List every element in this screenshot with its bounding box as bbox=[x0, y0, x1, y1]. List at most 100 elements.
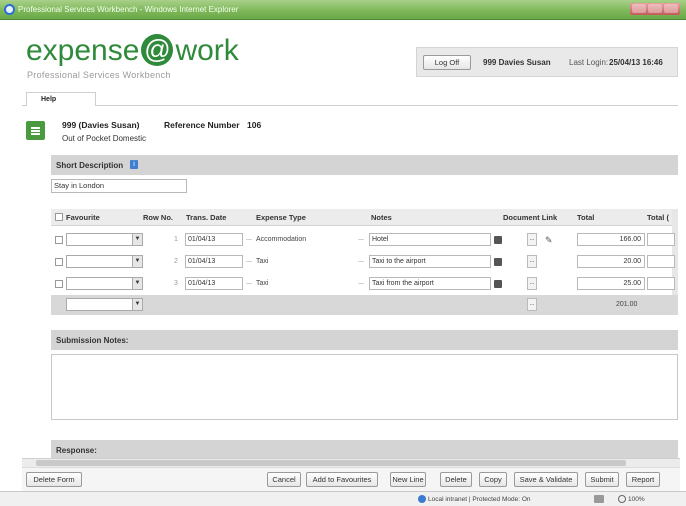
notes-input[interactable]: Taxi from the airport bbox=[369, 277, 491, 290]
log-off-button[interactable]: Log Off bbox=[423, 55, 471, 70]
trans-date-input[interactable]: 01/04/13 bbox=[185, 255, 243, 268]
user-panel: Log Off 999 Davies Susan Last Login: 25/… bbox=[416, 47, 678, 77]
col-trans-date: Trans. Date bbox=[186, 213, 227, 222]
delete-button[interactable]: Delete bbox=[440, 472, 472, 487]
note-icon[interactable] bbox=[494, 280, 502, 288]
expense-type-picker[interactable]: ... bbox=[358, 257, 364, 264]
notes-input[interactable]: Taxi to the airport bbox=[369, 255, 491, 268]
row-number: 2 bbox=[174, 258, 178, 265]
delete-form-button[interactable]: Delete Form bbox=[26, 472, 82, 487]
employee-name: 999 (Davies Susan) bbox=[62, 120, 140, 130]
submission-notes-textarea[interactable] bbox=[51, 354, 678, 420]
ie-icon bbox=[4, 4, 15, 15]
info-icon[interactable]: i bbox=[130, 160, 138, 169]
last-login-label: Last Login: bbox=[569, 58, 609, 67]
short-description-section: Short Description i bbox=[51, 155, 678, 175]
window-title-bar: Professional Services Workbench - Window… bbox=[0, 0, 686, 20]
notes-input[interactable]: Hotel bbox=[369, 233, 491, 246]
date-picker-button[interactable]: ... bbox=[246, 257, 252, 264]
date-picker-button[interactable]: ... bbox=[246, 279, 252, 286]
report-button[interactable]: Report bbox=[626, 472, 660, 487]
row-checkbox[interactable] bbox=[55, 280, 63, 288]
minimize-icon[interactable] bbox=[632, 4, 646, 13]
row-number: 1 bbox=[174, 236, 178, 243]
favourite-dropdown[interactable]: ▼ bbox=[66, 233, 143, 246]
total-input[interactable]: 25.00 bbox=[577, 277, 645, 290]
save-validate-button[interactable]: Save & Validate bbox=[514, 472, 578, 487]
app-tagline: Professional Services Workbench bbox=[27, 70, 171, 80]
window-title: Professional Services Workbench - Window… bbox=[18, 5, 239, 14]
protected-mode-icon[interactable] bbox=[594, 495, 604, 503]
col-notes: Notes bbox=[371, 213, 392, 222]
cancel-button[interactable]: Cancel bbox=[267, 472, 301, 487]
total-extra-input[interactable] bbox=[647, 233, 675, 246]
claim-type: Out of Pocket Domestic bbox=[62, 134, 147, 143]
document-link-button[interactable]: ... bbox=[527, 255, 537, 268]
col-document-link: Document Link bbox=[503, 213, 558, 222]
total-extra-input[interactable] bbox=[647, 277, 675, 290]
window-controls[interactable] bbox=[630, 3, 680, 15]
col-row-no: Row No. bbox=[143, 213, 173, 222]
date-picker-button[interactable]: ... bbox=[246, 235, 252, 242]
col-total-extra: Total ( bbox=[647, 213, 669, 222]
trans-date-input[interactable]: 01/04/13 bbox=[185, 233, 243, 246]
expense-type-picker[interactable]: ... bbox=[358, 235, 364, 242]
response-section: Response: bbox=[51, 440, 678, 458]
browser-status-bar: Local intranet | Protected Mode: On 100% bbox=[0, 491, 686, 506]
table-row: ▼ 1 01/04/13 ... Accommodation ... Hotel… bbox=[51, 229, 678, 251]
short-description-label: Short Description bbox=[56, 161, 124, 170]
tab-divider bbox=[22, 105, 678, 106]
copy-button[interactable]: Copy bbox=[479, 472, 507, 487]
document-link-button[interactable]: ... bbox=[527, 298, 537, 311]
submit-button[interactable]: Submit bbox=[585, 472, 619, 487]
new-line-button[interactable]: New Line bbox=[390, 472, 426, 487]
grand-total: 201.00 bbox=[616, 301, 638, 308]
chevron-down-icon: ▼ bbox=[132, 234, 142, 245]
last-login-value: 25/04/13 16:46 bbox=[609, 58, 663, 67]
expense-type-value: Taxi bbox=[256, 280, 269, 287]
zoom-icon[interactable] bbox=[618, 495, 626, 503]
table-row: ▼ 3 01/04/13 ... Taxi ... Taxi from the … bbox=[51, 273, 678, 295]
row-checkbox[interactable] bbox=[55, 258, 63, 266]
close-icon[interactable] bbox=[664, 4, 678, 13]
security-zone: Local intranet | Protected Mode: On bbox=[428, 496, 531, 503]
user-name: 999 Davies Susan bbox=[483, 58, 551, 67]
trans-date-input[interactable]: 01/04/13 bbox=[185, 277, 243, 290]
total-input[interactable]: 20.00 bbox=[577, 255, 645, 268]
favourite-dropdown[interactable]: ▼ bbox=[66, 277, 143, 290]
total-extra-input[interactable] bbox=[647, 255, 675, 268]
total-input[interactable]: 166.00 bbox=[577, 233, 645, 246]
note-icon[interactable] bbox=[494, 258, 502, 266]
scrollbar-thumb[interactable] bbox=[36, 460, 626, 466]
document-link-button[interactable]: ... bbox=[527, 277, 537, 290]
row-checkbox[interactable] bbox=[55, 236, 63, 244]
zoom-level[interactable]: 100% bbox=[628, 496, 645, 503]
row-number: 3 bbox=[174, 280, 178, 287]
paperclip-icon[interactable]: ✎ bbox=[545, 235, 553, 246]
short-description-input[interactable]: Stay in London bbox=[51, 179, 187, 193]
favourite-dropdown[interactable]: ▼ bbox=[66, 298, 143, 311]
col-total: Total bbox=[577, 213, 595, 222]
reference-value: 106 bbox=[247, 120, 262, 130]
expense-type-picker[interactable]: ... bbox=[358, 279, 364, 286]
menu-icon[interactable] bbox=[26, 121, 45, 140]
app-logo: expense @ work bbox=[26, 34, 239, 67]
submission-notes-section: Submission Notes: bbox=[51, 330, 678, 350]
chevron-down-icon: ▼ bbox=[132, 278, 142, 289]
note-icon[interactable] bbox=[494, 236, 502, 244]
at-logo-icon: @ bbox=[141, 34, 174, 66]
add-to-favourites-button[interactable]: Add to Favourites bbox=[306, 472, 378, 487]
expense-type-value: Accommodation bbox=[256, 236, 307, 243]
maximize-icon[interactable] bbox=[648, 4, 662, 13]
tab-help[interactable]: Help bbox=[26, 92, 96, 106]
totals-row: ▼ ... 201.00 bbox=[51, 295, 678, 315]
chevron-down-icon: ▼ bbox=[132, 256, 142, 267]
submission-notes-label: Submission Notes: bbox=[56, 336, 129, 345]
horizontal-scrollbar[interactable] bbox=[22, 458, 680, 467]
select-all-checkbox[interactable] bbox=[55, 213, 63, 221]
document-link-button[interactable]: ... bbox=[527, 233, 537, 246]
chevron-down-icon: ▼ bbox=[132, 299, 142, 310]
favourite-dropdown[interactable]: ▼ bbox=[66, 255, 143, 268]
table-row: ▼ 2 01/04/13 ... Taxi ... Taxi to the ai… bbox=[51, 251, 678, 273]
col-favourite: Favourite bbox=[66, 213, 100, 222]
